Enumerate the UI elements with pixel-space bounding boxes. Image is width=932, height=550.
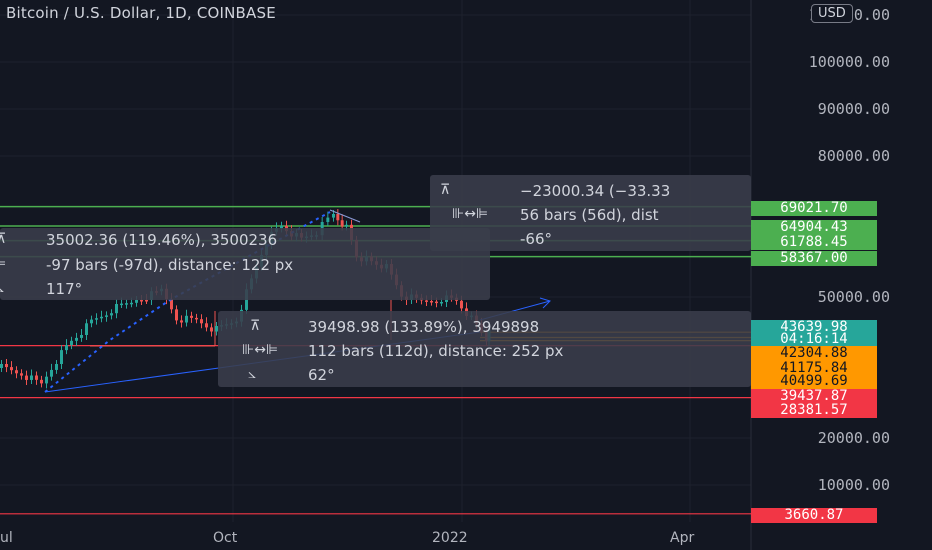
candle-body — [55, 364, 58, 370]
bars-range-icon: ⊪↔⊫ — [242, 342, 279, 358]
candle-body — [110, 313, 113, 316]
candle-body — [120, 303, 123, 306]
time-axis-label: Apr — [670, 530, 695, 546]
candle-body — [190, 315, 193, 318]
candle-body — [25, 375, 28, 380]
measure-bars-range: -97 bars (-97d), distance: 122 px — [46, 256, 294, 274]
price-tag: 69021.70 — [751, 201, 877, 216]
price-range-icon: ⊼ — [0, 231, 7, 247]
candle-body — [15, 370, 18, 374]
candle-body — [30, 375, 33, 380]
candle-body — [80, 335, 83, 338]
measure-angle: 62° — [308, 366, 335, 384]
time-axis-label: 2022 — [432, 530, 468, 546]
chart-title: Bitcoin / U.S. Dollar, 1D, COINBASE — [6, 4, 276, 22]
price-axis-label: 50000.00 — [817, 288, 890, 306]
candle-body — [210, 327, 213, 332]
candle-body — [90, 319, 93, 324]
price-axis-label: 100000.00 — [808, 53, 890, 71]
candle-body — [60, 350, 63, 364]
candle-body — [440, 302, 443, 304]
price-axis-label: 20000.00 — [817, 429, 890, 447]
candle-body — [50, 369, 53, 377]
price-tag: 58367.00 — [751, 251, 877, 266]
measure-price-range: 39498.98 (133.89%), 3949898 — [308, 318, 540, 336]
candle-body — [115, 304, 118, 314]
currency-button[interactable]: USD — [811, 4, 853, 23]
measure-bars-range: 56 bars (56d), dist — [520, 206, 659, 224]
measure-price-range: 35002.36 (119.46%), 3500236 — [46, 231, 278, 249]
candle-body — [10, 367, 13, 371]
time-axis-label: ul — [0, 530, 13, 546]
angle-icon: ⦣ — [0, 280, 5, 296]
measure-price-range: −23000.34 (−33.33 — [520, 182, 671, 200]
candle-body — [5, 364, 8, 368]
candle-body — [145, 300, 148, 302]
candle-body — [45, 376, 48, 384]
angle-icon: ⦣ — [248, 366, 257, 382]
candle-body — [205, 323, 208, 328]
candle-body — [460, 300, 463, 309]
candle-body — [332, 214, 335, 218]
candle-body — [85, 323, 88, 335]
candle-body — [180, 320, 183, 323]
candle-body — [130, 302, 133, 305]
candle-body — [100, 316, 103, 319]
bars-range-icon: ⊪↔⊫ — [452, 206, 489, 222]
price-axis-label: 80000.00 — [817, 147, 890, 165]
candle-body — [195, 317, 198, 320]
price-tag: 3660.87 — [751, 508, 877, 523]
candle-body — [0, 364, 3, 368]
candle-body — [435, 301, 438, 304]
price-axis-label: 90000.00 — [817, 100, 890, 118]
candle-body — [135, 300, 138, 303]
measure-tooltip[interactable]: ⊼ 35002.36 (119.46%), 3500236 ⊫ -97 bars… — [0, 228, 490, 300]
measure-tooltip[interactable]: ⊼ 39498.98 (133.89%), 3949898 ⊪↔⊫ 112 ba… — [218, 311, 751, 387]
candle-body — [175, 309, 178, 321]
candle-body — [336, 214, 340, 221]
price-tag: 42304.88 — [751, 346, 877, 361]
candle-body — [430, 301, 433, 303]
price-tag: 61788.45 — [751, 235, 877, 250]
price-range-icon: ⊼ — [250, 318, 261, 334]
candle-body — [140, 300, 143, 302]
price-tag: 40499.69 — [751, 374, 877, 389]
candle-body — [20, 373, 23, 376]
candle-body — [65, 345, 68, 351]
candle-body — [340, 220, 344, 227]
price-tag: 64904.43 — [751, 220, 877, 235]
price-range-icon: ⊼ — [440, 182, 451, 198]
candle-body — [425, 300, 428, 302]
candle-body — [105, 315, 108, 317]
candle-body — [40, 379, 43, 384]
candle-body — [185, 315, 188, 323]
candle-body — [326, 217, 330, 222]
candle-body — [95, 318, 98, 320]
price-axis-label: 10000.00 — [817, 476, 890, 494]
measure-bars-range: 112 bars (112d), distance: 252 px — [308, 342, 564, 360]
candle-body — [125, 303, 128, 305]
candle-body — [200, 319, 203, 324]
candle-body — [345, 224, 348, 227]
price-tag: 28381.57 — [751, 403, 877, 418]
time-axis-label: Oct — [213, 530, 238, 546]
bars-range-icon: ⊫ — [0, 256, 7, 272]
candle-body — [35, 375, 38, 380]
measure-angle: 117° — [46, 280, 83, 298]
candle-body — [70, 340, 73, 346]
candle-body — [75, 337, 78, 341]
measure-angle: -66° — [520, 230, 552, 248]
